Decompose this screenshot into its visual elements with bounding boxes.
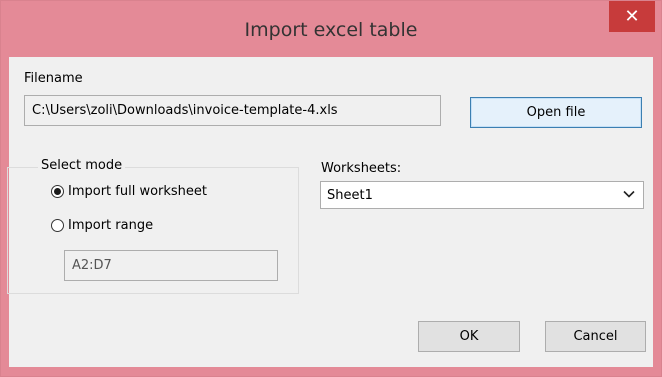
radio-checked-icon xyxy=(51,185,64,198)
range-value: A2:D7 xyxy=(72,258,112,273)
filename-value: C:\Users\zoli\Downloads\invoice-template… xyxy=(32,103,338,118)
range-field[interactable]: A2:D7 xyxy=(64,250,278,281)
radio-unchecked-icon xyxy=(51,219,64,232)
import-dialog: Import excel table ✕ Filename C:\Users\z… xyxy=(0,0,662,377)
radio-import-full-worksheet[interactable]: Import full worksheet xyxy=(51,184,207,199)
worksheet-selected-value: Sheet1 xyxy=(327,187,373,203)
open-file-button[interactable]: Open file xyxy=(470,97,642,128)
close-icon: ✕ xyxy=(624,6,640,27)
radio-import-range[interactable]: Import range xyxy=(51,218,153,233)
filename-field[interactable]: C:\Users\zoli\Downloads\invoice-template… xyxy=(24,95,441,126)
open-file-label: Open file xyxy=(526,105,586,120)
dialog-title: Import excel table xyxy=(244,19,418,41)
ok-button[interactable]: OK xyxy=(418,321,520,352)
worksheets-label: Worksheets: xyxy=(321,161,402,176)
radio-label-full: Import full worksheet xyxy=(68,184,208,199)
cancel-label: Cancel xyxy=(573,329,618,344)
close-button[interactable]: ✕ xyxy=(609,1,655,32)
cancel-button[interactable]: Cancel xyxy=(545,321,646,352)
chevron-down-icon xyxy=(623,190,635,198)
ok-label: OK xyxy=(459,329,479,344)
dialog-body: Filename C:\Users\zoli\Downloads\invoice… xyxy=(7,57,653,367)
select-mode-legend: Select mode xyxy=(38,158,126,173)
radio-label-range: Import range xyxy=(68,218,154,233)
filename-label: Filename xyxy=(24,71,83,86)
worksheet-select[interactable]: Sheet1 xyxy=(320,181,644,209)
title-bar[interactable]: Import excel table ✕ xyxy=(1,1,661,57)
